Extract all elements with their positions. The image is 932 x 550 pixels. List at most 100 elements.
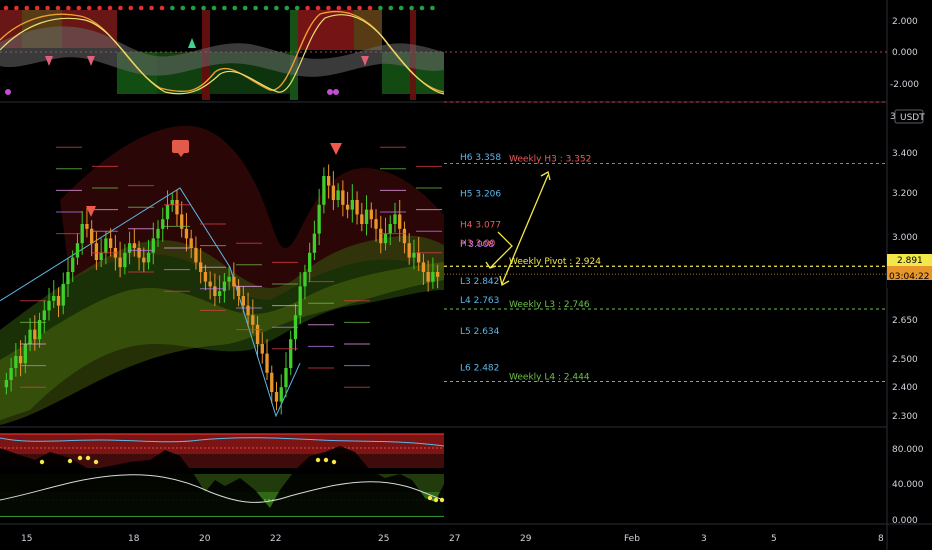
top-state-dot — [222, 5, 227, 11]
candle-body — [9, 368, 13, 380]
candle-body — [289, 339, 293, 368]
bottom-signal-dot — [439, 497, 445, 503]
candle-body — [251, 315, 255, 325]
camarilla-level-label: L6 2.482 — [460, 363, 499, 373]
time-tick-label: 18 — [128, 534, 140, 544]
weekly-level-label: Weekly H3 : 3.352 — [509, 155, 591, 165]
candle-body — [412, 252, 416, 258]
candle-body — [127, 243, 132, 253]
candle-body — [284, 368, 288, 388]
candle-body — [246, 305, 250, 316]
candle-body — [33, 329, 37, 340]
currency-badge[interactable]: USDT — [894, 109, 925, 124]
camarilla-level-label: H4 3.077 — [460, 221, 501, 231]
top-state-dot — [253, 5, 258, 11]
bottom-signal-dot — [315, 457, 321, 463]
bottom-oscillator-pane: 80.000 40.000 0.000 — [0, 433, 924, 526]
candle-body — [203, 272, 208, 282]
candle-body — [4, 380, 9, 388]
candle-body — [435, 272, 440, 277]
weekly-level-label: Weekly L3 : 2.746 — [509, 300, 590, 310]
arrow-line — [501, 174, 549, 285]
top-state-dot — [378, 5, 383, 11]
candle-body — [279, 387, 283, 402]
time-tick-label: 8 — [878, 534, 884, 544]
price-tick-label: 2.400 — [892, 383, 918, 393]
bottom-signal-dot — [77, 455, 83, 461]
candle-body — [18, 356, 23, 364]
candle-body — [407, 243, 411, 258]
top-state-dot — [149, 5, 154, 11]
time-tick-label: 3 — [701, 534, 707, 544]
price-tick-label: 2.300 — [892, 412, 918, 422]
camarilla-level-label: L4 2.763 — [460, 296, 499, 306]
top-state-dot — [3, 5, 9, 11]
bottom-signal-dot — [93, 459, 99, 465]
candle-body — [189, 238, 193, 248]
top-state-dot — [274, 5, 279, 11]
bottom-signal-dot — [427, 495, 433, 501]
top-state-dot — [170, 5, 175, 11]
time-tick-label: 29 — [520, 534, 532, 544]
bottom-tick-label: 0.000 — [892, 516, 918, 526]
time-tick-label: 27 — [449, 534, 460, 544]
bottom-tick-label: 40.000 — [892, 480, 924, 490]
candle-body — [94, 243, 99, 260]
bottom-signal-dot — [85, 455, 91, 461]
time-tick-label: 22 — [270, 534, 281, 544]
top-state-dot — [76, 5, 82, 11]
candle-body — [208, 281, 212, 287]
top-state-dot — [211, 5, 217, 11]
price-tick-label: 3.200 — [892, 189, 918, 199]
candle-body — [336, 190, 340, 200]
price-axis-mask — [887, 280, 932, 288]
candle-body — [132, 243, 136, 248]
candle-body — [383, 233, 388, 244]
chart-canvas[interactable]: 2.000 0.000 -2.000 H6 3.358 Weekly H3 : 3… — [0, 0, 932, 550]
top-state-dot — [357, 5, 362, 11]
bottom-tick-label: 80.000 — [892, 445, 924, 455]
trading-chart[interactable]: 2.000 0.000 -2.000 H6 3.358 Weekly H3 : 3… — [0, 0, 932, 550]
sell-signal-marker — [330, 143, 342, 155]
candle-body — [213, 286, 217, 296]
candle-body — [28, 329, 32, 344]
candle-body — [303, 272, 307, 287]
zone-red — [298, 10, 354, 50]
camarilla-level-label: H6 3.358 — [460, 153, 501, 163]
candle-body — [56, 296, 61, 306]
bottom-signal-dot — [433, 497, 439, 503]
arrow-head — [540, 171, 551, 181]
candle-body — [364, 209, 369, 224]
price-tick-label: 3.400 — [892, 149, 918, 159]
currency-label: USDT — [900, 113, 925, 123]
time-tick-label: 15 — [21, 534, 32, 544]
candle-body — [393, 214, 397, 224]
candle-body — [123, 252, 127, 268]
top-state-dot — [138, 5, 144, 11]
time-axis[interactable]: 15 18 20 22 25 27 29 Feb 3 5 8 — [21, 534, 884, 544]
candle-body — [355, 200, 359, 215]
top-state-dot — [14, 5, 19, 11]
bottom-signal-dot — [331, 459, 337, 465]
candle-body — [322, 176, 326, 205]
candle-body — [308, 252, 312, 272]
top-purple-dot — [5, 89, 11, 95]
candle-body — [170, 200, 174, 205]
candle-body — [47, 300, 51, 311]
top-purple-dot — [333, 89, 339, 95]
candle-body — [265, 353, 269, 373]
camarilla-level-label: P 3.008 — [460, 240, 494, 250]
candle-body — [161, 219, 165, 229]
bottom-signal-dot — [39, 459, 45, 465]
zone-orange — [354, 10, 382, 50]
top-state-dot — [430, 5, 435, 11]
price-tick-label: 2.500 — [892, 355, 918, 365]
candle-body — [421, 262, 426, 272]
candle-body — [270, 372, 274, 392]
top-tick-label: -2.000 — [890, 80, 919, 90]
candle-body — [374, 219, 378, 229]
top-tick-label: 0.000 — [892, 48, 918, 58]
candle-body — [317, 204, 321, 234]
alert-flag — [172, 140, 189, 153]
candle-body — [184, 228, 189, 239]
